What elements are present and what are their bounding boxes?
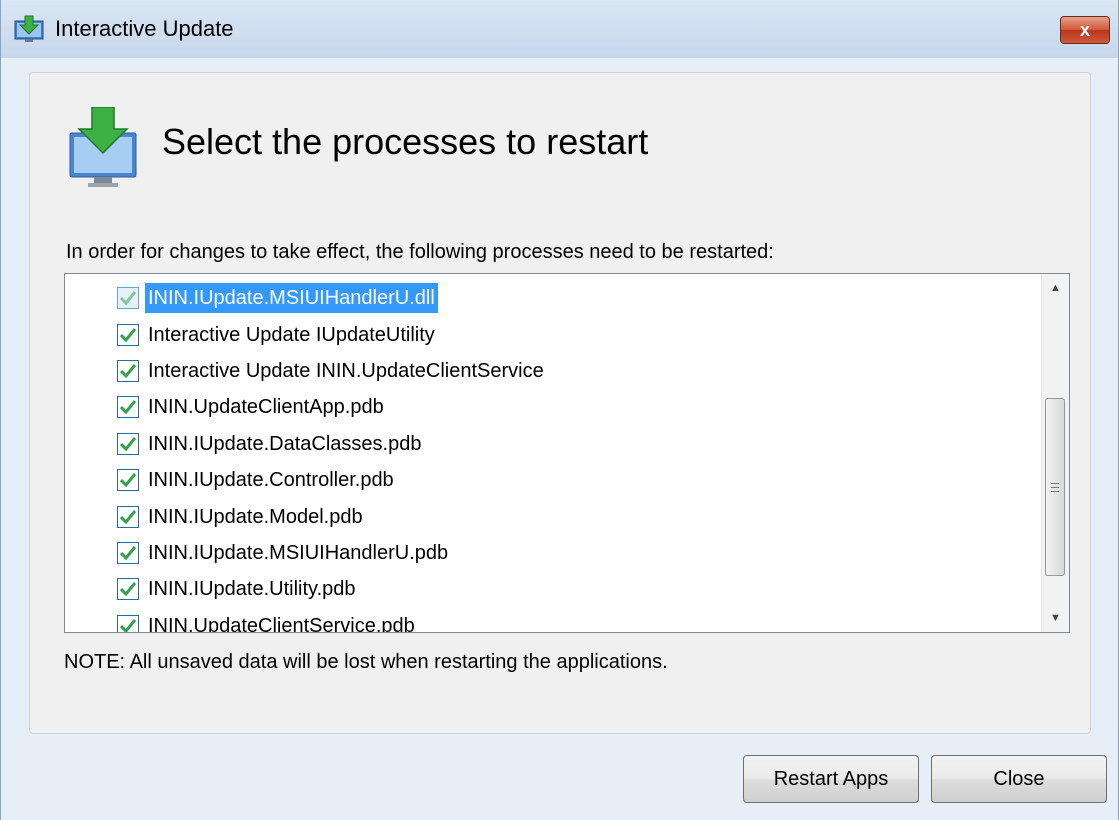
process-label: ININ.IUpdate.MSIUIHandlerU.dll — [145, 283, 438, 314]
checkmark-icon — [120, 436, 136, 451]
process-list[interactable]: ININ.IUpdate.MSIUIHandlerU.dll Interacti… — [64, 273, 1070, 633]
scroll-thumb[interactable] — [1045, 398, 1065, 576]
close-icon: x — [1079, 19, 1090, 40]
window-close-button[interactable]: x — [1060, 16, 1110, 44]
scroll-up-arrow-icon[interactable]: ▲ — [1042, 274, 1069, 302]
content-panel: Select the processes to restart In order… — [29, 72, 1091, 734]
checkmark-icon — [120, 364, 136, 378]
close-button[interactable]: Close — [931, 755, 1107, 803]
checkmark-icon — [120, 327, 136, 342]
download-monitor-icon — [14, 15, 44, 42]
checkmark-icon — [120, 291, 136, 306]
checkmark-icon — [120, 618, 136, 632]
list-item[interactable]: ININ.IUpdate.Utility.pdb — [65, 571, 1041, 607]
download-monitor-icon — [69, 107, 137, 187]
title-bar[interactable]: Interactive Update x — [1, 0, 1118, 58]
process-checkbox[interactable] — [117, 614, 139, 632]
process-checkbox[interactable] — [117, 396, 139, 419]
list-item[interactable]: ININ.UpdateClientApp.pdb — [65, 389, 1041, 425]
window-title: Interactive Update — [55, 16, 234, 41]
process-label: ININ.IUpdate.MSIUIHandlerU.pdb — [148, 541, 449, 564]
list-item[interactable]: Interactive Update ININ.UpdateClientServ… — [65, 353, 1041, 389]
checkmark-icon — [120, 400, 136, 415]
list-item[interactable]: ININ.IUpdate.Model.pdb — [65, 498, 1041, 534]
process-label: ININ.IUpdate.Controller.pdb — [148, 469, 394, 492]
restart-apps-button[interactable]: Restart Apps — [743, 755, 919, 803]
process-label: Interactive Update ININ.UpdateClientServ… — [148, 359, 544, 382]
checkmark-icon — [120, 509, 136, 524]
checkmark-icon — [120, 473, 136, 488]
process-label: ININ.IUpdate.Model.pdb — [148, 505, 363, 528]
interactive-update-window: Interactive Update x Select the processe… — [0, 0, 1119, 820]
process-checkbox[interactable] — [117, 469, 139, 492]
list-item[interactable]: Interactive Update IUpdateUtility — [65, 316, 1041, 352]
scroll-down-arrow-icon[interactable]: ▼ — [1042, 604, 1069, 632]
process-label: ININ.IUpdate.Utility.pdb — [148, 578, 356, 601]
list-item[interactable]: ININ.IUpdate.DataClasses.pdb — [65, 426, 1041, 462]
page-title: Select the processes to restart — [162, 121, 649, 162]
list-item[interactable]: ININ.UpdateClientService.pdb — [65, 608, 1041, 633]
list-item[interactable]: ININ.IUpdate.Controller.pdb — [65, 462, 1041, 498]
process-checkbox[interactable] — [117, 432, 139, 455]
vertical-scrollbar[interactable]: ▲ ▼ — [1041, 274, 1069, 632]
list-item[interactable]: ININ.IUpdate.MSIUIHandlerU.pdb — [65, 535, 1041, 571]
process-checkbox[interactable] — [117, 287, 139, 310]
process-checkbox[interactable] — [117, 505, 139, 528]
checkmark-icon — [120, 582, 136, 597]
process-checkbox[interactable] — [117, 323, 139, 346]
grip-icon — [1051, 482, 1059, 492]
process-checkbox[interactable] — [117, 541, 139, 564]
process-label: ININ.IUpdate.DataClasses.pdb — [148, 432, 422, 455]
checkmark-icon — [120, 545, 136, 560]
process-checkbox[interactable] — [117, 359, 139, 382]
process-list-items: ININ.IUpdate.MSIUIHandlerU.dll Interacti… — [65, 280, 1041, 633]
instruction-text: In order for changes to take effect, the… — [66, 241, 774, 263]
process-label: ININ.UpdateClientApp.pdb — [148, 396, 384, 419]
note-text: NOTE: All unsaved data will be lost when… — [64, 651, 668, 673]
process-label: Interactive Update IUpdateUtility — [148, 323, 435, 346]
process-label: ININ.UpdateClientService.pdb — [148, 614, 415, 633]
process-checkbox[interactable] — [117, 578, 139, 601]
list-item[interactable]: ININ.IUpdate.MSIUIHandlerU.dll — [65, 280, 1041, 316]
